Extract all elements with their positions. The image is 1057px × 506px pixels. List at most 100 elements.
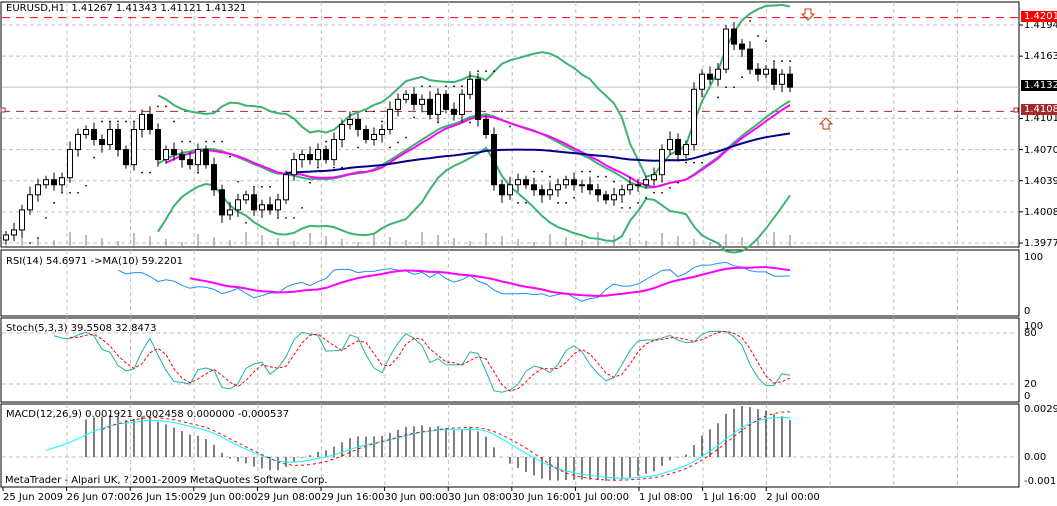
candle-bull <box>11 229 17 236</box>
parabolic-sar-dot <box>501 110 503 113</box>
parabolic-sar-dot <box>165 105 167 108</box>
candle-bull <box>27 194 33 211</box>
stoch-title: Stoch(5,3,3) 39.5508 32.8473 <box>6 323 157 334</box>
candle-bull <box>35 184 41 196</box>
candle-bull <box>723 28 729 70</box>
buy-arrow-icon <box>818 117 834 130</box>
x-tick-label: 1 Jul 00:00 <box>575 492 629 503</box>
x-tick-label: 30 Jun 00:00 <box>384 492 449 503</box>
x-tick-label: 1 Jul 08:00 <box>639 492 693 503</box>
parabolic-sar-dot <box>749 20 751 22</box>
parabolic-sar-dot <box>133 120 135 123</box>
candle-bear <box>483 118 489 136</box>
candle-bull <box>291 159 297 176</box>
parabolic-sar-dot <box>381 120 383 123</box>
parabolic-sar-dot <box>261 185 263 188</box>
parabolic-sar-dot <box>189 140 191 143</box>
level-handle-left <box>0 107 6 113</box>
rsi-ma-line <box>189 266 791 298</box>
parabolic-sar-dot <box>669 186 671 189</box>
parabolic-sar-dot <box>253 185 255 188</box>
x-tick-label: 29 Jun 00:00 <box>193 492 258 503</box>
candle-bull <box>283 174 289 201</box>
candle-bear <box>739 43 745 50</box>
parabolic-sar-dot <box>181 140 183 143</box>
level-price-badge: 1.41080 <box>1021 104 1057 115</box>
candle-bear <box>51 179 57 186</box>
parabolic-sar-dot <box>221 140 223 143</box>
parabolic-sar-dot <box>237 180 239 183</box>
candle-bull <box>627 184 633 191</box>
candle-bull <box>299 154 305 161</box>
symbol-label: EURUSD,H1 <box>6 3 66 14</box>
parabolic-sar-dot <box>653 191 655 194</box>
parabolic-sar-dot <box>445 85 447 88</box>
candle-bull <box>667 139 673 151</box>
candle-bull <box>555 184 561 191</box>
parabolic-sar-dot <box>413 116 415 119</box>
parabolic-sar-dot <box>597 175 599 178</box>
candle-bear <box>755 68 761 75</box>
candle-bull <box>259 204 265 211</box>
parabolic-sar-dot <box>461 85 463 88</box>
candle-bear <box>499 184 505 196</box>
parabolic-sar-dot <box>117 120 119 123</box>
parabolic-sar-dot <box>677 181 679 184</box>
parabolic-sar-dot <box>269 185 271 188</box>
y-tick-label: 0.00 <box>1024 452 1047 463</box>
parabolic-sar-dot <box>245 222 247 224</box>
parabolic-sar-dot <box>317 166 319 169</box>
parabolic-sar-dot <box>549 175 551 178</box>
candle-bear <box>787 73 793 88</box>
candle-bear <box>411 93 417 105</box>
candle-bull <box>691 88 697 146</box>
x-tick-label: 2 Jul 00:00 <box>766 492 820 503</box>
parabolic-sar-dot <box>453 85 455 88</box>
candle-bear <box>731 28 737 45</box>
y-tick-label: 20 <box>1024 379 1037 390</box>
parabolic-sar-dot <box>629 206 631 209</box>
candle-bull <box>75 134 81 151</box>
close-value: 1.41321 <box>205 3 247 14</box>
parabolic-sar-dot <box>581 170 583 173</box>
parabolic-sar-dot <box>125 120 127 123</box>
candle-bull <box>507 184 513 196</box>
parabolic-sar-dot <box>397 141 399 144</box>
candle-bull <box>235 199 241 211</box>
candle-bear <box>115 128 121 151</box>
parabolic-sar-dot <box>29 242 31 244</box>
candle-bull <box>563 179 569 186</box>
rsi-title: RSI(14) 54.6971 ->MA(10) 59.2201 <box>6 256 183 267</box>
parabolic-sar-dot <box>685 161 687 164</box>
candle-bear <box>219 189 225 216</box>
y-tick-label: 0.002971 <box>1024 404 1057 415</box>
pane-frame-0 <box>0 1 1020 248</box>
parabolic-sar-dot <box>101 120 103 123</box>
parabolic-sar-dot <box>717 96 719 99</box>
parabolic-sar-dot <box>517 201 519 204</box>
y-tick-label: 1.40390 <box>1024 175 1057 187</box>
parabolic-sar-dot <box>93 156 95 159</box>
candle-bull <box>379 128 385 136</box>
candle-bull <box>347 118 353 125</box>
candle-bull <box>3 234 9 241</box>
candle-bear <box>539 189 545 196</box>
candle-bull <box>275 199 281 211</box>
chart-canvas[interactable] <box>0 0 1057 506</box>
candle-bear <box>91 128 97 141</box>
parabolic-sar-dot <box>37 237 39 239</box>
parabolic-sar-dot <box>325 140 327 143</box>
candle-bull <box>107 128 113 146</box>
candle-bull <box>611 194 617 201</box>
candle-bear <box>571 179 577 186</box>
candle-bear <box>211 164 217 191</box>
parabolic-sar-dot <box>149 171 151 174</box>
candle-bull <box>579 184 585 187</box>
y-tick-label: 1.39770 <box>1024 238 1057 249</box>
parabolic-sar-dot <box>485 70 487 73</box>
copyright-text: MetaTrader - Alpari UK, ? 2001-2009 Meta… <box>5 475 328 486</box>
candle-bull <box>763 68 769 75</box>
parabolic-sar-dot <box>621 206 623 209</box>
candle-bear <box>603 194 609 201</box>
candle-bull <box>339 123 345 141</box>
